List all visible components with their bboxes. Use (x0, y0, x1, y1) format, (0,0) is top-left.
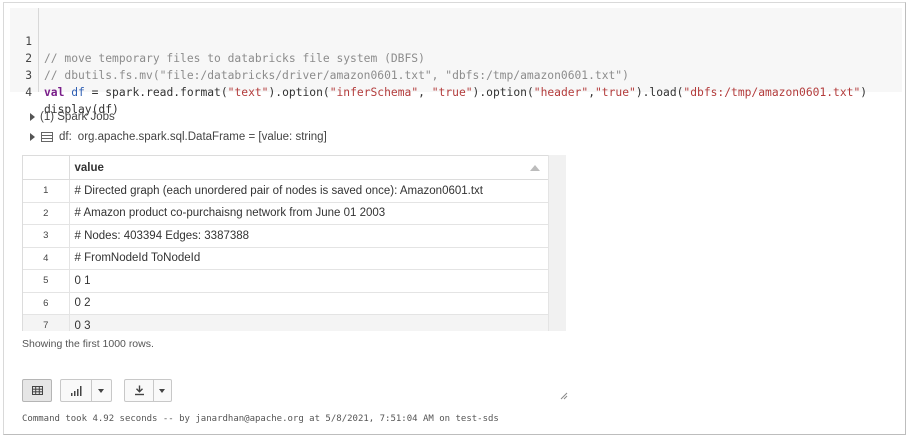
column-header-label: value (74, 161, 104, 174)
code-string: "inferSchema" (329, 86, 419, 99)
code-string: "dbfs:/tmp/amazon0601.txt" (683, 86, 861, 99)
line-number: 4 (25, 86, 32, 99)
sort-arrow-icon[interactable] (530, 165, 540, 171)
table-view-button[interactable] (22, 379, 52, 402)
table-row: 5 0 1 (23, 269, 549, 293)
code-token: ).load( (635, 86, 684, 99)
dataframe-name: df: (59, 131, 72, 143)
row-value: # Nodes: 403394 Edges: 3387388 (69, 224, 549, 248)
chevron-down-icon[interactable] (159, 389, 165, 393)
code-keyword: val (44, 86, 65, 99)
button-divider (91, 380, 92, 401)
code-line-2: 2 // dbutils.fs.mv("file:/databricks/dri… (10, 33, 629, 82)
row-index: 2 (23, 202, 70, 225)
chart-view-button[interactable] (60, 379, 112, 402)
caret-right-icon (30, 133, 35, 141)
row-value: # FromNodeId ToNodeId (69, 247, 549, 270)
command-status: Command took 4.92 seconds -- by janardha… (22, 414, 499, 424)
caret-right-icon (30, 112, 35, 121)
code-string: "true" (431, 86, 473, 99)
table-header-row: value (23, 155, 549, 180)
code-token: ).option( (268, 86, 330, 99)
code-string: "true" (595, 86, 636, 99)
table-row: 6 0 2 (23, 292, 549, 315)
table-row: 7 0 3 (23, 314, 549, 331)
row-index: 1 (23, 179, 70, 203)
download-icon (135, 385, 144, 396)
chevron-down-icon[interactable] (98, 389, 104, 393)
code-comment: // dbutils.fs.mv("file:/databricks/drive… (44, 69, 629, 82)
rows-shown-note: Showing the first 1000 rows. (22, 338, 154, 350)
index-column-header (23, 155, 70, 180)
code-token: spark.read.format( (105, 86, 228, 99)
table-row: 4 # FromNodeId ToNodeId (23, 247, 549, 270)
code-token: , (588, 86, 595, 99)
code-line-1: 1 // move temporary files to databricks … (10, 16, 425, 65)
table-schema-icon (41, 132, 53, 142)
spark-jobs-toggle[interactable]: (1) Spark Jobs (30, 110, 115, 124)
row-index: 5 (23, 269, 70, 293)
code-comment: // move temporary files to databricks fi… (44, 52, 425, 65)
row-value: # Amazon product co-purchaisng network f… (69, 202, 549, 225)
bar-chart-icon (71, 386, 82, 396)
dataframe-type: org.apache.spark.sql.DataFrame = [value:… (77, 131, 327, 143)
code-line-4: 4 display(df) (10, 67, 119, 116)
table-row: 2 # Amazon product co-purchaisng network… (23, 202, 549, 225)
row-value: 0 1 (69, 269, 549, 293)
code-token: = (84, 86, 106, 99)
row-index: 7 (23, 314, 70, 331)
row-index: 6 (23, 292, 70, 315)
button-divider (153, 380, 154, 401)
code-string: "text" (227, 86, 269, 99)
result-table: value 1 # Directed graph (each unordered… (23, 155, 549, 331)
code-statement: val df = spark.read.format("text").optio… (44, 84, 867, 101)
line-number-gutter (38, 8, 39, 92)
code-line-3: 3 val df = spark.read.format("text").opt… (10, 50, 867, 99)
code-token: , (418, 86, 432, 99)
dataframe-schema-toggle[interactable]: df: org.apache.spark.sql.DataFrame = [va… (30, 130, 327, 144)
row-index: 4 (23, 247, 70, 270)
code-string: "header" (533, 86, 589, 99)
result-table-container[interactable]: value 1 # Directed graph (each unordered… (22, 155, 567, 331)
table-row: 3 # Nodes: 403394 Edges: 3387388 (23, 224, 549, 248)
row-value: 0 3 (69, 314, 549, 331)
spark-jobs-label: (1) Spark Jobs (40, 111, 115, 123)
resize-handle-icon[interactable] (560, 392, 568, 400)
table-vertical-scrollbar[interactable] (548, 155, 566, 331)
code-editor[interactable]: 1 // move temporary files to databricks … (10, 8, 902, 116)
row-value: 0 2 (69, 292, 549, 315)
row-index: 3 (23, 224, 70, 248)
download-button[interactable] (124, 379, 172, 402)
table-icon (31, 386, 43, 395)
value-column-header[interactable]: value (69, 155, 549, 180)
code-token: ).option( (472, 86, 534, 99)
code-token: ) (860, 86, 868, 99)
code-variable: df (71, 86, 85, 99)
row-value: # Directed graph (each unordered pair of… (69, 179, 549, 203)
table-row: 1 # Directed graph (each unordered pair … (23, 179, 549, 203)
